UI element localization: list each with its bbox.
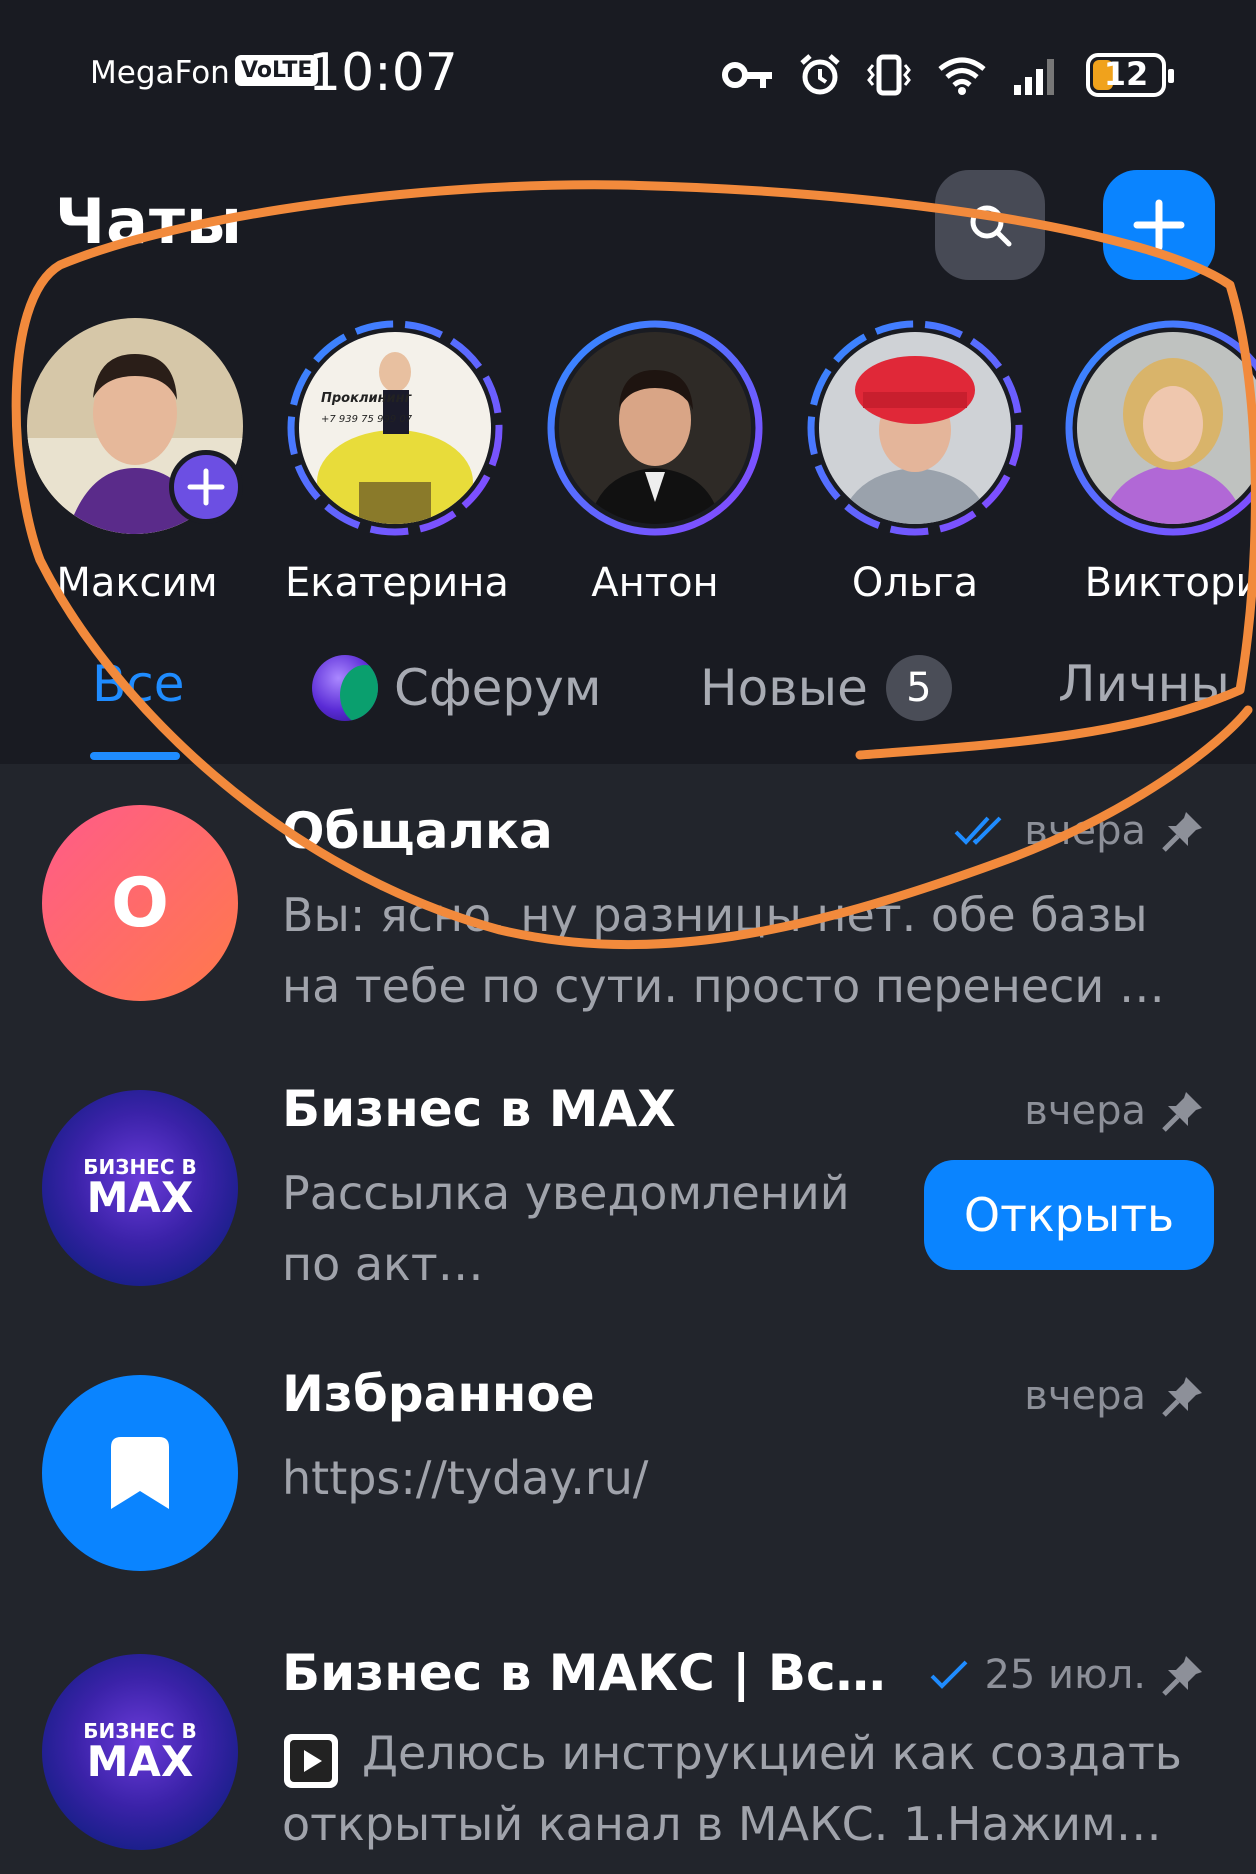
active-tab-indicator (90, 752, 180, 760)
story-name: Антон (591, 560, 719, 606)
wifi-icon (938, 57, 986, 95)
chat-row[interactable]: БИЗНЕС В MAX Бизнес в МАКС | Вс… 25 июл.… (0, 1640, 1256, 1874)
avatar: О (42, 805, 238, 1001)
chat-time: вчера (1024, 1373, 1146, 1419)
chat-row[interactable]: Избранное вчера https://tyday.ru/ (0, 1355, 1256, 1615)
chat-name: Бизнес в MAX (282, 1080, 676, 1138)
chat-name: Бизнес в МАКС | Вс… (282, 1644, 886, 1702)
filter-tabs: Все Сферум Новые 5 Личны (0, 655, 1256, 735)
story-item[interactable]: Виктори (1063, 318, 1256, 606)
photo-text: Проклининг (321, 391, 413, 406)
chat-meta: вчера (1024, 1088, 1206, 1134)
avatar: Проклининг +7 939 75 999 07 (299, 332, 491, 524)
battery-level: 12 (1103, 55, 1149, 93)
add-story-button[interactable] (169, 450, 243, 524)
sferum-logo-icon (312, 655, 378, 721)
check-icon (931, 1660, 968, 1689)
story-item[interactable]: Проклининг +7 939 75 999 07 Екатерина (285, 318, 509, 606)
chat-time: вчера (1024, 1088, 1146, 1134)
plus-icon (1133, 199, 1185, 251)
story-name: Виктори (1084, 560, 1256, 606)
tab-label: Новые (700, 659, 868, 717)
avatar (1077, 332, 1256, 524)
signal-icon (1014, 59, 1054, 95)
story-name: Максим (56, 560, 218, 606)
chat-meta: 25 июл. (930, 1652, 1206, 1698)
new-chat-button[interactable] (1103, 170, 1215, 280)
business-max-logo: БИЗНЕС В MAX (42, 1654, 238, 1850)
plus-icon (187, 468, 225, 506)
key-icon (722, 62, 772, 88)
tab-new[interactable]: Новые 5 (700, 655, 952, 721)
pin-icon (1162, 812, 1202, 852)
story-name: Ольга (851, 560, 979, 606)
avatar (559, 332, 751, 524)
pin-icon (1162, 1092, 1202, 1132)
chat-meta: вчера (954, 808, 1206, 854)
tab-sferum[interactable]: Сферум (312, 655, 601, 721)
story-item[interactable]: Максим (27, 318, 247, 606)
story-item[interactable]: Антон (545, 318, 765, 606)
logo-text: MAX (86, 1737, 194, 1786)
unread-count-badge: 5 (885, 655, 952, 721)
page-title: Чаты (55, 185, 243, 258)
logo-text: MAX (86, 1173, 194, 1222)
avatar (819, 332, 1011, 524)
vibrate-icon (867, 54, 911, 96)
chat-message: Вы: ясно. ну разницы нет. обе базы на те… (282, 888, 1165, 1013)
chat-message: Рассылка уведомлений по акт… (282, 1166, 850, 1291)
status-bar: MegaFon VoLTE 10:07 12 (90, 43, 1174, 105)
double-check-icon (954, 816, 1002, 845)
volte-badge: VoLTE (235, 55, 319, 86)
chat-row[interactable]: БИЗНЕС В MAX Бизнес в MAX вчера Рассылка… (0, 1070, 1256, 1330)
open-button[interactable]: Открыть (924, 1160, 1214, 1270)
carrier-name: MegaFon (90, 55, 230, 91)
tab-personal[interactable]: Личны (1058, 655, 1230, 713)
search-button[interactable] (935, 170, 1045, 280)
story-name: Екатерина (285, 560, 509, 606)
chat-row[interactable]: О Общалка вчера Вы: ясно. ну разницы нет… (0, 790, 1256, 1050)
photo-text: +7 939 75 999 07 (321, 414, 413, 425)
tab-all[interactable]: Все (92, 655, 185, 713)
chat-message: https://tyday.ru/ (282, 1451, 649, 1505)
chat-time: 25 июл. (984, 1652, 1146, 1698)
status-icons: 12 (722, 45, 1174, 105)
tab-label: Сферум (394, 659, 602, 717)
chat-meta: вчера (1024, 1373, 1206, 1419)
avatar-letter: О (111, 863, 169, 943)
avatar (42, 1375, 238, 1571)
alarm-icon (800, 54, 840, 95)
chat-message: Делюсь инструкцией как создать открытый … (282, 1726, 1182, 1851)
pin-icon (1162, 1656, 1202, 1696)
tab-label: Все (92, 655, 185, 713)
chat-time: вчера (1024, 808, 1146, 854)
business-max-logo: БИЗНЕС В MAX (42, 1090, 238, 1286)
tab-label: Личны (1058, 655, 1230, 713)
chat-name: Избранное (282, 1365, 595, 1423)
story-item[interactable]: Ольга (805, 318, 1025, 606)
pin-icon (1162, 1377, 1202, 1417)
battery-icon: 12 (1086, 53, 1174, 97)
clock: 10:07 (308, 43, 458, 103)
search-icon (970, 205, 1012, 247)
bookmark-icon (111, 1437, 169, 1509)
chat-name: Общалка (282, 802, 553, 860)
